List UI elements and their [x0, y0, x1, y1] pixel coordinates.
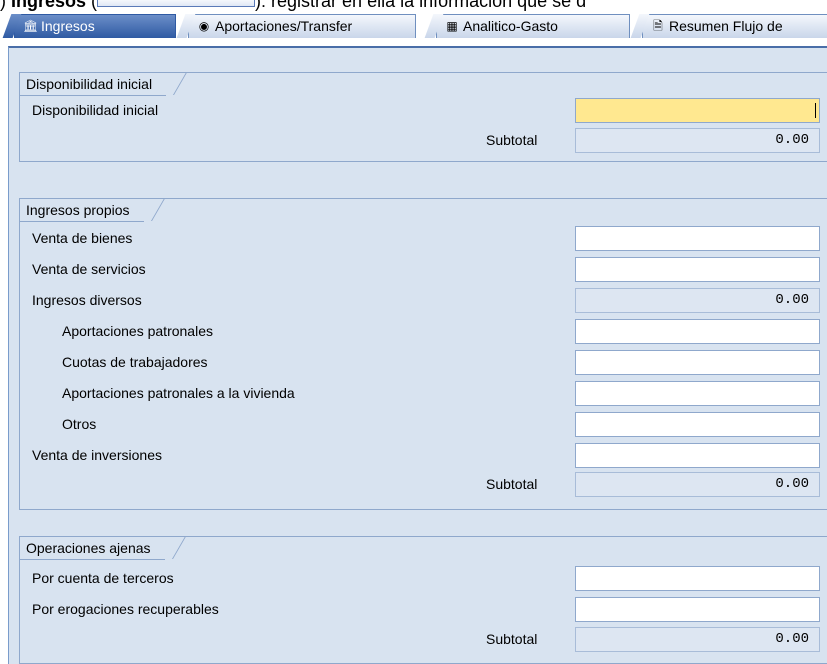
field-label: Venta de bienes [32, 230, 133, 246]
subtotal-label: Subtotal [486, 476, 538, 492]
subtotal-label: Subtotal [486, 132, 538, 148]
caption-open-paren: ( [86, 0, 98, 11]
field-label: Disponibilidad inicial [32, 102, 159, 118]
field-label: Cuotas de trabajadores [62, 354, 208, 370]
otros-input[interactable] [575, 412, 820, 437]
caption-button-image [97, 0, 256, 8]
group-title: Disponibilidad inicial [20, 73, 167, 96]
disponibilidad-input[interactable] [575, 98, 820, 123]
form-pane: Disponibilidad inicial Disponibilidad in… [8, 46, 827, 664]
tab-ingresos[interactable]: 🏛 Ingresos [14, 14, 176, 38]
row-cuotas-trabajadores: Cuotas de trabajadores [20, 347, 827, 377]
row-otros: Otros [20, 409, 827, 439]
tab-label: Analitico-Gasto [463, 18, 558, 34]
tab-strip: 🏛 Ingresos ◉ Aportaciones/Transfer ▦ Ana… [0, 12, 827, 38]
ingresos-diversos-field: 0.00 [575, 288, 820, 313]
aportaciones-patronales-input[interactable] [575, 319, 820, 344]
tab-aportaciones[interactable]: ◉ Aportaciones/Transfer [188, 14, 416, 38]
row-venta-bienes: Venta de bienes [20, 223, 827, 253]
tab-resumen-flujo[interactable]: 🗎 Resumen Flujo de [642, 14, 827, 38]
field-label: Ingresos diversos [32, 292, 142, 308]
subtotal-field: 0.00 [575, 128, 820, 153]
cuotas-trabajadores-input[interactable] [575, 350, 820, 375]
table-icon: ▦ [446, 19, 458, 33]
bank-icon: 🏛 [23, 19, 39, 33]
field-label: Aportaciones patronales [62, 323, 213, 339]
row-venta-servicios: Venta de servicios [20, 254, 827, 284]
document-icon: 🗎 [653, 19, 663, 33]
field-label: Venta de inversiones [32, 447, 162, 463]
subtotal-field: 0.00 [575, 627, 820, 652]
row-disponibilidad: Disponibilidad inicial [20, 95, 827, 125]
row-aportaciones-vivienda: Aportaciones patronales a la vivienda [20, 378, 827, 408]
group-title: Ingresos propios [20, 199, 144, 222]
field-label: Aportaciones patronales a la vivienda [62, 385, 295, 401]
caption-text: ) Ingresos ( ): registrar en ella la info… [0, 0, 827, 12]
coin-icon: ◉ [198, 19, 210, 33]
caption-rest: ): registrar en ella la información que … [255, 0, 587, 11]
row-subtotal: Subtotal 0.00 [20, 624, 827, 654]
venta-inversiones-input[interactable] [575, 443, 820, 468]
row-erogaciones-recuperables: Por erogaciones recuperables [20, 594, 827, 624]
row-cuenta-terceros: Por cuenta de terceros [20, 563, 827, 593]
group-disponibilidad: Disponibilidad inicial Disponibilidad in… [19, 72, 827, 162]
field-label: Venta de servicios [32, 261, 146, 277]
tab-analitico-gasto[interactable]: ▦ Analitico-Gasto [436, 14, 630, 38]
caption-bold: Ingresos [11, 0, 87, 11]
group-title: Operaciones ajenas [20, 537, 165, 560]
row-ingresos-diversos: Ingresos diversos 0.00 [20, 285, 827, 315]
group-ingresos-propios: Ingresos propios Venta de bienes Venta d… [19, 198, 827, 510]
tab-label: Aportaciones/Transfer [215, 18, 353, 34]
cuenta-terceros-input[interactable] [575, 566, 820, 591]
venta-bienes-input[interactable] [575, 226, 820, 251]
group-operaciones-ajenas: Operaciones ajenas Por cuenta de tercero… [19, 536, 827, 664]
tab-content: Disponibilidad inicial Disponibilidad in… [0, 38, 827, 664]
erogaciones-recuperables-input[interactable] [575, 597, 820, 622]
row-venta-inversiones: Venta de inversiones [20, 440, 827, 470]
subtotal-field: 0.00 [575, 472, 820, 497]
subtotal-label: Subtotal [486, 631, 538, 647]
field-label: Por cuenta de terceros [32, 570, 174, 586]
row-aportaciones-patronales: Aportaciones patronales [20, 316, 827, 346]
row-subtotal: Subtotal 0.00 [20, 469, 827, 499]
field-label: Otros [62, 416, 97, 432]
aportaciones-vivienda-input[interactable] [575, 381, 820, 406]
caption-prefix: ) [0, 0, 11, 11]
field-label: Por erogaciones recuperables [32, 601, 219, 617]
tab-label: Ingresos [41, 18, 95, 34]
tab-label: Resumen Flujo de [669, 18, 783, 34]
row-subtotal: Subtotal 0.00 [20, 125, 827, 155]
venta-servicios-input[interactable] [575, 257, 820, 282]
